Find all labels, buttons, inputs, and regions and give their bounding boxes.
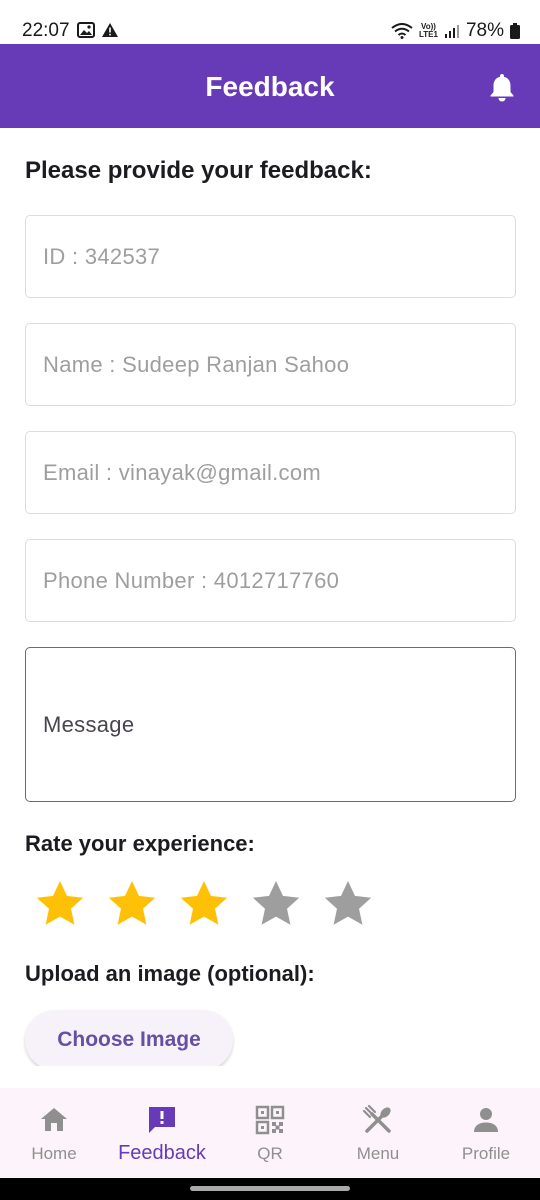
nav-item-qr[interactable]: QR bbox=[216, 1088, 324, 1178]
star-filled-icon[interactable] bbox=[105, 877, 159, 931]
nav-label-home: Home bbox=[31, 1144, 77, 1163]
star-filled-icon[interactable] bbox=[33, 877, 87, 931]
phone-field[interactable]: Phone Number : 4012717760 bbox=[25, 539, 516, 622]
qr-icon bbox=[255, 1105, 285, 1135]
page-title: Feedback bbox=[205, 71, 335, 102]
status-bar: 22:07 Vo)) LTE1 78% bbox=[0, 0, 540, 44]
nav-label-profile: Profile bbox=[461, 1144, 511, 1163]
email-field-text: Email : vinayak@gmail.com bbox=[43, 460, 322, 485]
star-filled-icon[interactable] bbox=[177, 877, 231, 931]
scroll-clip bbox=[0, 1066, 540, 1088]
home-indicator[interactable] bbox=[190, 1186, 350, 1191]
upload-label: Upload an image (optional): bbox=[25, 961, 315, 986]
warning-icon bbox=[102, 23, 118, 37]
message-field[interactable]: Message bbox=[25, 647, 516, 802]
lte-label: LTE1 bbox=[419, 30, 438, 39]
nav-label-menu: Menu bbox=[356, 1144, 400, 1163]
nav-label-qr: QR bbox=[257, 1144, 283, 1163]
status-right: Vo)) LTE1 78% bbox=[391, 20, 520, 42]
wifi-icon bbox=[391, 23, 413, 39]
email-field[interactable]: Email : vinayak@gmail.com bbox=[25, 431, 516, 514]
gesture-bar bbox=[0, 1178, 540, 1200]
home-icon bbox=[41, 1108, 67, 1131]
battery-percent: 78% bbox=[465, 20, 504, 41]
rating-label: Rate your experience: bbox=[25, 831, 255, 856]
star-rating[interactable] bbox=[33, 877, 393, 931]
id-field-text: ID : 342537 bbox=[43, 244, 161, 269]
form-heading: Please provide your feedback: bbox=[25, 157, 372, 184]
app-bar: Feedback bbox=[0, 44, 540, 128]
nav-item-profile[interactable]: Profile bbox=[432, 1088, 540, 1178]
id-field[interactable]: ID : 342537 bbox=[25, 215, 516, 298]
image-notification-icon bbox=[77, 22, 95, 38]
bell-icon[interactable] bbox=[488, 72, 516, 102]
phone-field-text: Phone Number : 4012717760 bbox=[43, 568, 340, 593]
feedback-icon bbox=[149, 1107, 175, 1133]
message-label: Message bbox=[43, 712, 135, 737]
choose-image-button[interactable]: Choose Image bbox=[25, 1010, 233, 1070]
nav-item-home[interactable]: Home bbox=[0, 1088, 108, 1178]
network-type: Vo)) LTE1 bbox=[419, 23, 438, 39]
battery-icon bbox=[510, 23, 520, 39]
utensils-icon bbox=[362, 1104, 391, 1133]
name-field-text: Name : Sudeep Ranjan Sahoo bbox=[43, 352, 350, 377]
status-time: 22:07 bbox=[22, 20, 70, 41]
feedback-screen: 22:07 Vo)) LTE1 78% Feedback Please prov… bbox=[0, 0, 540, 1200]
bottom-nav: Home Feedback QR Menu Profile bbox=[0, 1088, 540, 1178]
notification-icons bbox=[77, 22, 119, 38]
person-icon bbox=[474, 1108, 498, 1132]
nav-item-feedback[interactable]: Feedback bbox=[108, 1088, 216, 1178]
nav-label-feedback: Feedback bbox=[118, 1142, 206, 1164]
star-empty-icon[interactable] bbox=[249, 877, 303, 931]
star-empty-icon[interactable] bbox=[321, 877, 375, 931]
nav-item-menu[interactable]: Menu bbox=[324, 1088, 432, 1178]
name-field[interactable]: Name : Sudeep Ranjan Sahoo bbox=[25, 323, 516, 406]
signal-icon bbox=[444, 25, 459, 38]
